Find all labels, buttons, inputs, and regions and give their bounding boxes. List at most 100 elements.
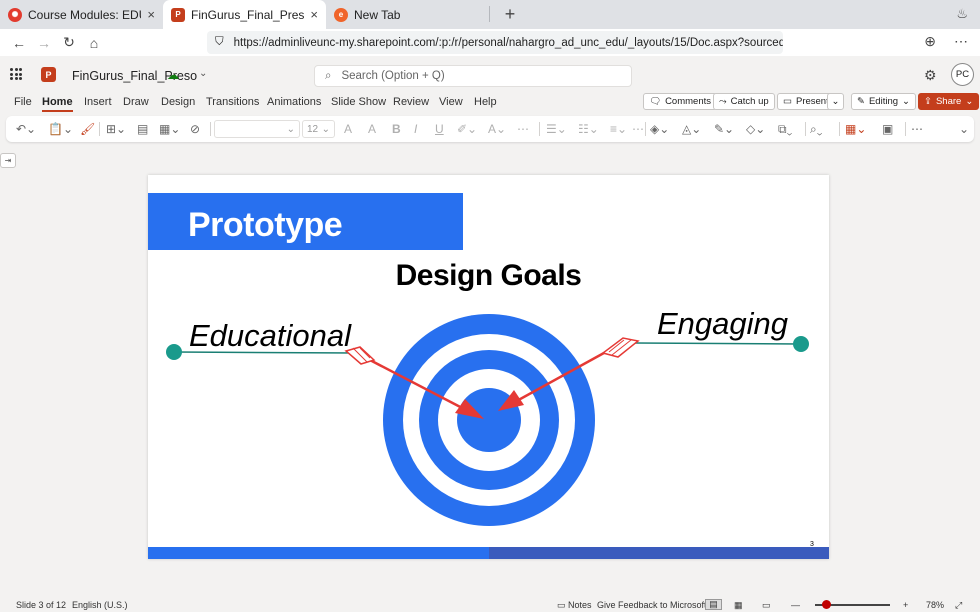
- tab-animations[interactable]: Animations: [267, 96, 321, 108]
- target-graphic[interactable]: [148, 175, 829, 559]
- browser-tab-fingurus[interactable]: P FinGurus_Final_Preso.pptx ×: [163, 0, 326, 29]
- shape-outline-icon[interactable]: ✎⌄: [714, 121, 734, 137]
- catch-up-button[interactable]: ⤳ Catch up: [713, 93, 775, 110]
- highlight-icon[interactable]: ✐⌄: [457, 121, 477, 137]
- italic-icon[interactable]: I: [414, 121, 417, 137]
- sorter-view-icon[interactable]: ▦: [734, 600, 743, 611]
- tab-design[interactable]: Design: [161, 96, 195, 108]
- new-slide-icon[interactable]: ⊞⌄: [106, 121, 126, 137]
- decrease-font-icon[interactable]: A: [368, 121, 376, 137]
- zoom-in-icon[interactable]: +: [903, 600, 908, 610]
- align-icon[interactable]: ≡⌄: [610, 121, 627, 137]
- home-icon[interactable]: ⌂: [83, 32, 105, 54]
- feedback-link[interactable]: Give Feedback to Microsoft: [597, 600, 707, 610]
- tab-home[interactable]: Home: [42, 96, 73, 112]
- arrange-icon[interactable]: ⧉⌄: [778, 121, 792, 137]
- comment-icon: 🗨: [649, 96, 662, 107]
- search-input[interactable]: ⌕ Search (Option + Q): [314, 65, 632, 87]
- reuse-slides-icon[interactable]: ▤: [137, 121, 148, 137]
- slide-canvas[interactable]: Prototype Design Goals Educational Engag…: [148, 175, 829, 559]
- editing-mode-button[interactable]: ✎ Editing ⌄: [851, 93, 916, 110]
- tab-slide-show[interactable]: Slide Show: [331, 96, 386, 108]
- chevron-down-icon[interactable]: ⌄: [199, 68, 207, 79]
- undo-icon[interactable]: ↶⌄: [16, 121, 36, 137]
- underline-icon[interactable]: U: [435, 121, 444, 137]
- chevron-down-icon: ⌄: [286, 123, 295, 135]
- tab-transitions[interactable]: Transitions: [206, 96, 259, 108]
- browser-tab-new-tab[interactable]: e New Tab: [326, 0, 489, 29]
- font-color-icon[interactable]: A⌄: [488, 121, 506, 137]
- flame-icon[interactable]: ♨: [956, 6, 968, 22]
- edge-icon: e: [334, 7, 348, 22]
- designer-icon[interactable]: ▦⌄: [845, 121, 866, 137]
- forward-icon[interactable]: →: [33, 32, 55, 54]
- present-options-button[interactable]: ⌄: [827, 93, 844, 110]
- bullets-icon[interactable]: ☰⌄: [546, 121, 567, 137]
- footer-bar-right: [489, 547, 829, 559]
- more-font-icon[interactable]: ⋯: [517, 121, 529, 137]
- hide-slide-icon[interactable]: ⊘: [190, 121, 200, 137]
- reading-view-icon[interactable]: ▭: [762, 600, 771, 611]
- tab-review[interactable]: Review: [393, 96, 429, 108]
- gear-icon[interactable]: ⚙: [924, 67, 937, 84]
- paste-icon[interactable]: 📋⌄: [48, 121, 73, 137]
- right-connector-dot: [793, 336, 809, 352]
- back-icon[interactable]: ←: [8, 32, 30, 54]
- powerpoint-icon: P: [171, 7, 185, 22]
- more-options-icon[interactable]: ⋯: [911, 121, 923, 137]
- app-header: P FinGurus_Final_Preso ☁ ⌄ ⌕ Search (Opt…: [0, 56, 980, 93]
- expand-ribbon-icon[interactable]: ⌄: [959, 121, 969, 137]
- tab-view[interactable]: View: [439, 96, 463, 108]
- layout-icon[interactable]: ▦⌄: [159, 121, 180, 137]
- zoom-level[interactable]: 78%: [926, 600, 944, 610]
- close-icon[interactable]: ×: [310, 7, 318, 22]
- language[interactable]: English (U.S.): [72, 600, 128, 610]
- chevron-down-icon: ⌄: [321, 123, 330, 135]
- shield-icon: ⛉: [215, 36, 224, 48]
- format-painter-icon[interactable]: 🖌: [80, 121, 95, 137]
- increase-font-icon[interactable]: A: [344, 121, 352, 137]
- zoom-out-icon[interactable]: —: [791, 600, 800, 610]
- add-note-icon[interactable]: ⊕: [924, 33, 936, 50]
- shape-effects-icon[interactable]: ◇⌄: [746, 121, 765, 137]
- slide-position: Slide 3 of 12: [16, 600, 67, 610]
- address-bar-row: ← → ↻ ⌂ ⛉ https://adminliveunc-my.sharep…: [0, 29, 980, 56]
- canvas-icon: ✺: [8, 7, 22, 22]
- more-icon[interactable]: ⋯: [954, 33, 968, 50]
- avatar[interactable]: PC: [951, 63, 974, 86]
- tab-insert[interactable]: Insert: [84, 96, 112, 108]
- font-name-select[interactable]: ⌄: [214, 120, 300, 138]
- label-engaging[interactable]: Engaging: [657, 306, 788, 342]
- font-size-select[interactable]: 12 ⌄: [302, 120, 335, 138]
- right-connector-line: [629, 342, 802, 345]
- notes-button[interactable]: ▭ Notes: [557, 600, 592, 611]
- tab-divider: [489, 6, 490, 22]
- notes-icon: ▭: [557, 600, 569, 610]
- comments-button[interactable]: 🗨 Comments: [643, 93, 717, 110]
- share-button[interactable]: ⇪ Share ⌄: [918, 93, 980, 110]
- browser-tab-course-modules[interactable]: ✺ Course Modules: EDUC789.001.S ×: [0, 0, 163, 29]
- numbering-icon[interactable]: ☷⌄: [578, 121, 599, 137]
- tab-file[interactable]: File: [14, 96, 32, 108]
- find-icon[interactable]: ⌕⌄: [810, 121, 822, 137]
- shapes-icon[interactable]: ◈⌄: [650, 121, 669, 137]
- new-tab-button[interactable]: +: [496, 0, 524, 29]
- reload-icon[interactable]: ↻: [58, 32, 80, 54]
- label-educational[interactable]: Educational: [189, 318, 351, 354]
- tab-title: FinGurus_Final_Preso.pptx: [191, 7, 305, 22]
- more-paragraph-icon[interactable]: ⋯: [632, 121, 644, 137]
- zoom-slider-handle[interactable]: [822, 600, 831, 609]
- slide-number: 3: [810, 541, 814, 548]
- tab-draw[interactable]: Draw: [123, 96, 149, 108]
- thumbnail-pane-toggle[interactable]: ⇥: [0, 153, 16, 168]
- shape-fill-icon[interactable]: ◬⌄: [682, 121, 701, 137]
- url-bar[interactable]: ⛉ https://adminliveunc-my.sharepoint.com…: [207, 31, 783, 54]
- left-connector-dot: [166, 344, 182, 360]
- normal-view-icon[interactable]: ▤: [705, 599, 722, 610]
- add-ins-icon[interactable]: ▣: [882, 121, 893, 137]
- tab-help[interactable]: Help: [474, 96, 497, 108]
- fit-slide-icon[interactable]: ⤢: [955, 600, 962, 611]
- close-icon[interactable]: ×: [147, 7, 155, 22]
- app-launcher-icon[interactable]: [10, 68, 22, 80]
- bold-icon[interactable]: B: [392, 121, 401, 137]
